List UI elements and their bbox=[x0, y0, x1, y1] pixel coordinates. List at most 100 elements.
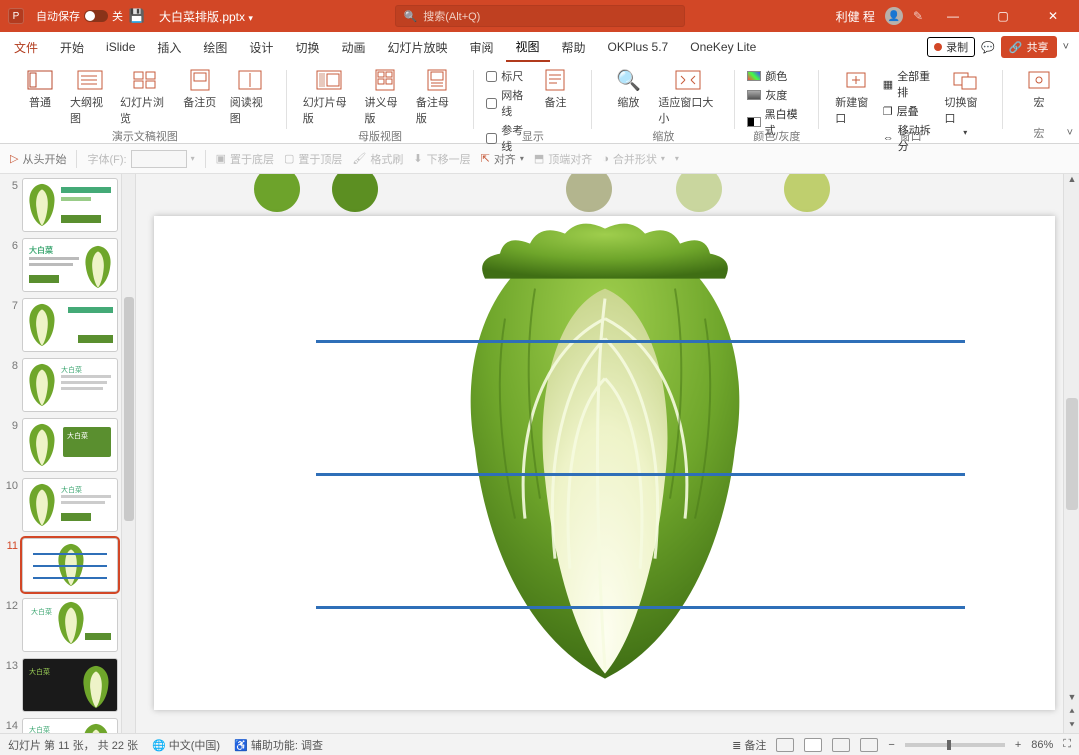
next-slide-icon[interactable]: ⯆ bbox=[1064, 720, 1079, 734]
ruler-checkbox[interactable]: 标尺 bbox=[486, 68, 529, 84]
maximize-button[interactable]: ▢ bbox=[983, 0, 1023, 32]
thumb-preview[interactable]: 大白菜 bbox=[22, 358, 118, 412]
thumbnail-slide-14[interactable]: 14大白菜 bbox=[2, 718, 129, 734]
thumbnail-slide-10[interactable]: 10大白菜 bbox=[2, 478, 129, 532]
notes-page-button[interactable]: 备注页 bbox=[176, 66, 224, 112]
share-button[interactable]: 🔗共享 bbox=[1001, 36, 1057, 58]
zoom-slider[interactable] bbox=[905, 743, 1005, 747]
thumb-preview[interactable] bbox=[22, 538, 118, 592]
zoom-button[interactable]: 🔍缩放 bbox=[604, 66, 652, 112]
gridlines-checkbox[interactable]: 网格线 bbox=[486, 87, 529, 119]
reading-view-icon[interactable] bbox=[832, 738, 850, 752]
scrollbar-handle[interactable] bbox=[1066, 398, 1078, 510]
scroll-down-icon[interactable]: ▼ bbox=[1064, 692, 1079, 706]
new-window-button[interactable]: 新建窗口 bbox=[831, 66, 881, 128]
guide-line-1[interactable] bbox=[316, 340, 965, 343]
tab-draw[interactable]: 绘图 bbox=[193, 32, 237, 62]
close-button[interactable]: ✕ bbox=[1033, 0, 1073, 32]
tab-islide[interactable]: iSlide bbox=[96, 32, 145, 62]
autosave-toggle[interactable]: 自动保存 关 bbox=[36, 8, 123, 24]
record-button[interactable]: 录制 bbox=[927, 37, 975, 57]
zoom-in-button[interactable]: + bbox=[1015, 739, 1021, 751]
thumb-preview[interactable]: 大白菜 bbox=[22, 478, 118, 532]
ribbon-dropdown-icon[interactable]: ˅ bbox=[1063, 41, 1069, 53]
zoom-value[interactable]: 86% bbox=[1031, 739, 1053, 751]
zoom-out-button[interactable]: − bbox=[888, 739, 894, 751]
outline-view-button[interactable]: 大纲视图 bbox=[66, 66, 114, 128]
tab-slideshow[interactable]: 幻灯片放映 bbox=[377, 32, 457, 62]
tab-design[interactable]: 设计 bbox=[239, 32, 283, 62]
sorter-view-button[interactable]: 幻灯片浏览 bbox=[116, 66, 174, 128]
macros-button[interactable]: 宏 bbox=[1015, 66, 1063, 112]
reading-view-button[interactable]: 阅读视图 bbox=[226, 66, 274, 128]
pasteboard-circle[interactable] bbox=[332, 174, 378, 212]
thumbnail-slide-7[interactable]: 7 bbox=[2, 298, 129, 352]
save-icon[interactable]: 💾 bbox=[129, 8, 145, 24]
notes-toggle[interactable]: ≣ 备注 bbox=[732, 737, 766, 753]
prev-slide-icon[interactable]: ⯅ bbox=[1064, 706, 1079, 720]
comments-icon[interactable]: 💬 bbox=[981, 41, 995, 54]
grayscale-button[interactable]: 灰度 bbox=[747, 87, 806, 103]
more-button[interactable]: ▾ bbox=[675, 154, 679, 163]
thumbnail-slide-13[interactable]: 13大白菜 bbox=[2, 658, 129, 712]
tab-animations[interactable]: 动画 bbox=[331, 32, 375, 62]
scrollbar-handle[interactable] bbox=[124, 297, 134, 521]
thumbnail-slide-9[interactable]: 9大白菜 bbox=[2, 418, 129, 472]
normal-view-icon[interactable] bbox=[776, 738, 794, 752]
color-mode-button[interactable]: 颜色 bbox=[747, 68, 806, 84]
normal-view-button[interactable]: 普通 bbox=[16, 66, 64, 112]
sync-icon[interactable]: ✎ bbox=[913, 9, 923, 23]
accessibility-button[interactable]: ♿ 辅助功能: 调查 bbox=[234, 737, 323, 753]
collapse-ribbon-icon[interactable]: ˅ bbox=[1067, 127, 1073, 139]
thumbnail-slide-5[interactable]: 5 bbox=[2, 178, 129, 232]
search-input[interactable]: 🔍 搜索(Alt+Q) bbox=[395, 5, 685, 27]
from-beginning-button[interactable]: ▷从头开始 bbox=[10, 151, 66, 167]
fit-window-button[interactable]: 适应窗口大小 bbox=[654, 66, 722, 128]
pasteboard-circle[interactable] bbox=[676, 174, 722, 212]
guide-line-3[interactable] bbox=[316, 606, 965, 609]
pasteboard-circle[interactable] bbox=[566, 174, 612, 212]
handout-master-button[interactable]: 讲义母版 bbox=[360, 66, 409, 128]
canvas-scrollbar[interactable]: ▲ ▼ ⯅ ⯆ bbox=[1063, 174, 1079, 734]
thumbnail-pane[interactable]: 56大白菜78大白菜9大白菜10大白菜1112大白菜13大白菜14大白菜 bbox=[0, 174, 136, 734]
pasteboard-circle[interactable] bbox=[254, 174, 300, 212]
fit-to-window-icon[interactable]: ⛶ bbox=[1063, 738, 1071, 751]
thumb-preview[interactable]: 大白菜 bbox=[22, 718, 118, 734]
tab-transitions[interactable]: 切换 bbox=[285, 32, 329, 62]
thumb-preview[interactable] bbox=[22, 178, 118, 232]
thumbnail-slide-6[interactable]: 6大白菜 bbox=[2, 238, 129, 292]
cabbage-image[interactable] bbox=[445, 219, 765, 689]
tab-okplus[interactable]: OKPlus 5.7 bbox=[598, 32, 679, 62]
scroll-up-icon[interactable]: ▲ bbox=[1064, 174, 1079, 188]
thumb-preview[interactable]: 大白菜 bbox=[22, 238, 118, 292]
notes-master-button[interactable]: 备注母版 bbox=[412, 66, 461, 128]
minimize-button[interactable]: — bbox=[933, 0, 973, 32]
thumbnail-scrollbar[interactable] bbox=[121, 174, 135, 734]
tab-file[interactable]: 文件 bbox=[4, 32, 48, 62]
thumb-preview[interactable]: 大白菜 bbox=[22, 658, 118, 712]
notes-pane-button[interactable]: 备注 bbox=[531, 66, 579, 112]
filename-label[interactable]: 大白菜排版.pptx ▾ bbox=[159, 8, 253, 25]
slideshow-view-icon[interactable] bbox=[860, 738, 878, 752]
tab-help[interactable]: 帮助 bbox=[552, 32, 596, 62]
thumb-preview[interactable] bbox=[22, 298, 118, 352]
pasteboard-circle[interactable] bbox=[784, 174, 830, 212]
cascade-button[interactable]: ❐层叠 bbox=[883, 103, 939, 119]
tab-insert[interactable]: 插入 bbox=[147, 32, 191, 62]
language-button[interactable]: 🌐 中文(中国) bbox=[152, 737, 220, 753]
tab-review[interactable]: 审阅 bbox=[459, 32, 503, 62]
tab-onekey[interactable]: OneKey Lite bbox=[680, 32, 766, 62]
slide-canvas[interactable]: ▲ ▼ ⯅ ⯆ ↖ bbox=[136, 174, 1079, 734]
sorter-view-icon[interactable] bbox=[804, 738, 822, 752]
thumb-preview[interactable]: 大白菜 bbox=[22, 598, 118, 652]
thumb-preview[interactable]: 大白菜 bbox=[22, 418, 118, 472]
thumbnail-slide-12[interactable]: 12大白菜 bbox=[2, 598, 129, 652]
thumbnail-slide-8[interactable]: 8大白菜 bbox=[2, 358, 129, 412]
guide-line-2[interactable] bbox=[316, 473, 965, 476]
slide-master-button[interactable]: 幻灯片母版 bbox=[299, 66, 359, 128]
switch-window-button[interactable]: 切换窗口▾ bbox=[941, 66, 991, 139]
user-avatar[interactable]: 👤 bbox=[885, 7, 903, 25]
user-name[interactable]: 利健 程 bbox=[836, 8, 875, 25]
tab-home[interactable]: 开始 bbox=[50, 32, 94, 62]
slide[interactable] bbox=[154, 216, 1055, 710]
